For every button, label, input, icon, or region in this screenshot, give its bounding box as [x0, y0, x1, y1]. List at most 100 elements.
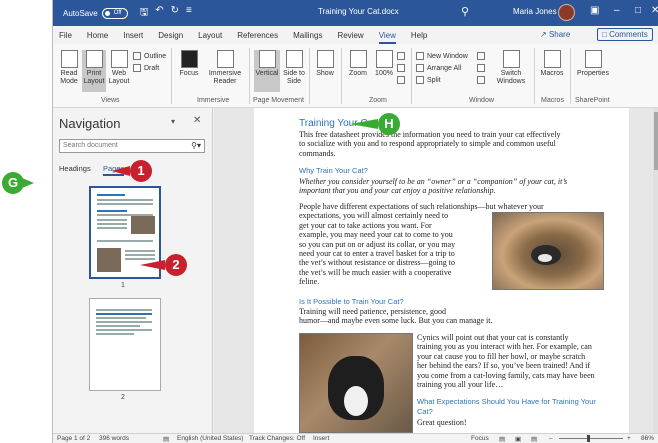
autosave-toggle[interactable]: Off [101, 7, 128, 19]
focus-status[interactable]: Focus [471, 435, 489, 442]
switch-windows-button[interactable]: Switch Windows [493, 50, 529, 86]
tab-insert[interactable]: Insert [123, 31, 143, 40]
new-window-button[interactable]: New Window [416, 52, 468, 60]
customize-icon[interactable]: ≡ [186, 5, 192, 22]
user-name[interactable]: Maria Jones [513, 7, 557, 16]
group-divider [570, 48, 571, 104]
proofing-icon[interactable]: ▤ [163, 435, 169, 443]
focus-button[interactable]: Focus [177, 50, 201, 78]
outline-button[interactable]: Outline [133, 52, 166, 60]
print-layout-button[interactable]: Print Layout [82, 50, 106, 92]
multiple-pages-button[interactable] [397, 64, 405, 72]
search-icon[interactable]: ⚲▾ [191, 141, 201, 150]
tab-home[interactable]: Home [87, 31, 108, 40]
zoom-button[interactable]: Zoom [346, 50, 370, 78]
side-to-side-button[interactable]: Side to Side [282, 50, 306, 86]
macros-button[interactable]: Macros [539, 50, 565, 78]
draft-button[interactable]: Draft [133, 64, 159, 72]
cat-garden-photo[interactable] [299, 333, 413, 433]
immersive-reader-button[interactable]: Immersive Reader [205, 50, 245, 86]
one-page-button[interactable] [397, 52, 405, 60]
search-icon[interactable]: ⚲ [461, 5, 469, 18]
page-count[interactable]: Page 1 of 2 [57, 435, 90, 442]
print-layout-label: Print Layout [83, 70, 105, 85]
great-question-text: Great question! [417, 418, 467, 427]
tab-file[interactable]: File [59, 31, 72, 40]
callout-g-pointer [22, 178, 34, 188]
zoom-level[interactable]: 86% [641, 435, 654, 442]
save-icon[interactable]: 🖫 [140, 5, 149, 22]
view-side-by-side-button[interactable] [477, 52, 485, 60]
switch-windows-icon [502, 50, 520, 68]
print-layout-icon [85, 50, 103, 68]
split-label: Split [427, 76, 441, 84]
document-page[interactable]: Training Your Cat This free datasheet pr… [254, 108, 629, 433]
redo-icon[interactable]: ↻ [171, 5, 179, 22]
show-button[interactable]: Show [313, 50, 337, 78]
cat-basket-photo[interactable] [492, 212, 604, 290]
side-to-side-label: Side to Side [283, 70, 305, 85]
zoom-100-label: 100% [375, 70, 393, 77]
chevron-down-icon[interactable]: ▾ [171, 117, 175, 126]
word-count[interactable]: 396 words [99, 435, 129, 442]
immersive-reader-label: Immersive Reader [208, 70, 242, 85]
vertical-scrollbar[interactable] [653, 108, 658, 433]
tab-headings[interactable]: Headings [59, 164, 91, 173]
arrange-all-button[interactable]: Arrange All [416, 64, 461, 72]
insert-mode-status[interactable]: Insert [313, 435, 329, 442]
avatar[interactable] [558, 4, 575, 21]
vertical-button[interactable]: Vertical [254, 50, 280, 92]
tab-layout[interactable]: Layout [198, 31, 222, 40]
page-number-1: 1 [121, 282, 125, 289]
zoom-slider-thumb[interactable] [587, 435, 590, 442]
zoom-out-icon[interactable]: – [549, 435, 553, 442]
tab-mailings[interactable]: Mailings [293, 31, 322, 40]
share-label: Share [548, 30, 571, 39]
group-divider [171, 48, 172, 104]
read-mode-button[interactable]: Read Mode [57, 50, 81, 86]
zoom-slider[interactable] [559, 438, 623, 439]
tab-references[interactable]: References [237, 31, 278, 40]
page-thumbnail-2[interactable] [89, 298, 161, 391]
tab-help[interactable]: Help [411, 31, 427, 40]
zoom-in-icon[interactable]: + [627, 435, 631, 442]
properties-button[interactable]: Properties [575, 50, 611, 78]
share-button[interactable]: ↗ Share [540, 30, 570, 39]
close-icon[interactable]: ✕ [651, 5, 658, 16]
zoom-100-button[interactable]: 100% [373, 50, 395, 78]
new-window-icon [416, 52, 424, 60]
focus-label: Focus [179, 70, 199, 77]
thumbnail-photo [131, 216, 155, 234]
web-layout-icon [110, 50, 128, 68]
tab-view[interactable]: View [378, 31, 397, 44]
tab-review[interactable]: Review [337, 31, 363, 40]
draft-label: Draft [144, 64, 160, 72]
autosave-control[interactable]: AutoSave Off [63, 7, 128, 19]
tab-design[interactable]: Design [158, 31, 183, 40]
read-mode-icon [60, 50, 78, 68]
print-layout-view-icon[interactable]: ▣ [515, 435, 521, 443]
web-layout-view-icon[interactable]: ▤ [531, 435, 537, 443]
minimize-icon[interactable]: – [614, 5, 620, 16]
comments-button[interactable]: □ Comments [597, 28, 653, 41]
heading-why-train: Why Train Your Cat? [299, 166, 368, 175]
intro-paragraph: This free datasheet provides the informa… [299, 130, 561, 158]
immersive-group-label: Immersive [197, 97, 230, 104]
language-status[interactable]: English (United States) [177, 435, 243, 442]
synchronous-scrolling-button[interactable] [477, 64, 485, 72]
undo-icon[interactable]: ↶ [155, 5, 163, 22]
maximize-icon[interactable]: □ [635, 5, 641, 16]
page-width-button[interactable] [397, 76, 405, 84]
document-area[interactable]: Training Your Cat This free datasheet pr… [214, 108, 658, 433]
share-icon: ↗ [540, 30, 547, 39]
read-mode-view-icon[interactable]: ▤ [499, 435, 505, 443]
close-icon[interactable]: ✕ [193, 115, 201, 126]
web-layout-button[interactable]: Web Layout [108, 50, 130, 86]
track-changes-status[interactable]: Track Changes: Off [249, 435, 305, 442]
window-group-label: Window [469, 97, 494, 104]
ribbon-display-icon[interactable]: ▣ [590, 5, 599, 16]
properties-label: Properties [577, 70, 609, 77]
reset-window-position-button[interactable] [477, 76, 485, 84]
search-input[interactable]: Search document ⚲▾ [59, 139, 205, 153]
split-button[interactable]: Split [416, 76, 441, 84]
